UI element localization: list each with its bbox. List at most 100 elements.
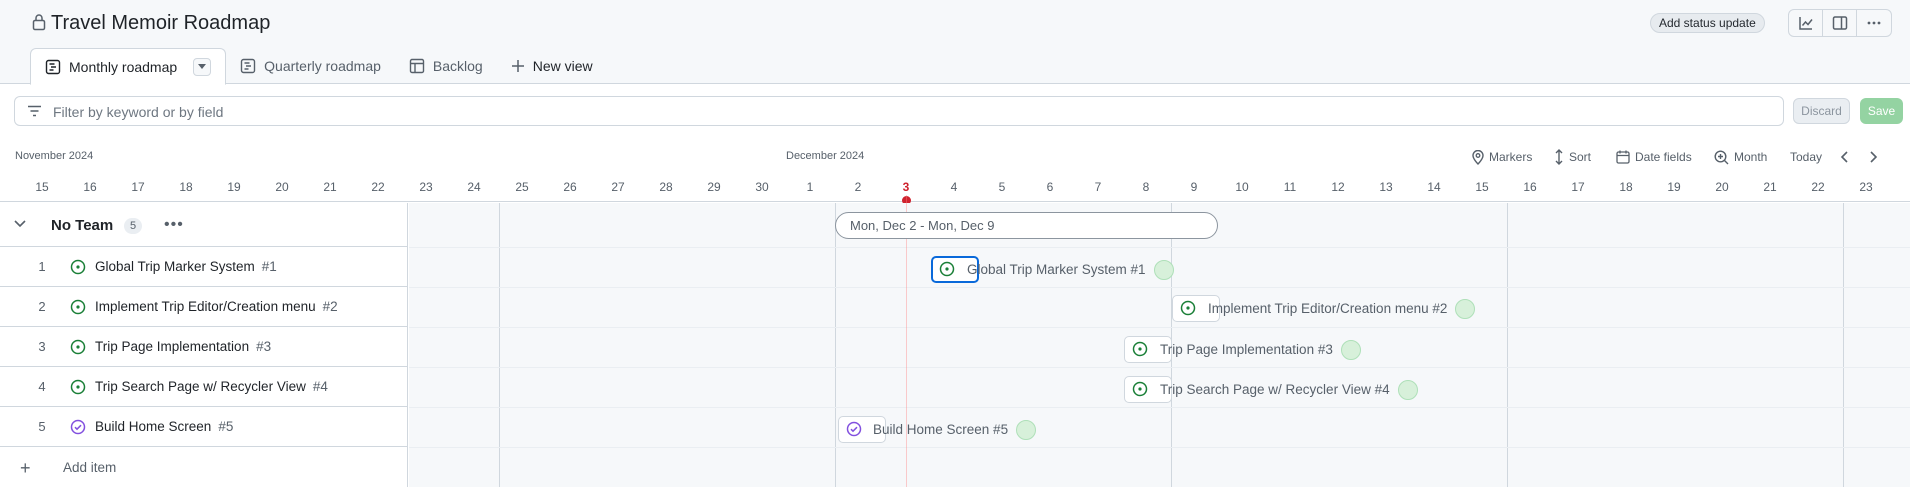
markers-button[interactable]: Markers <box>1472 147 1532 167</box>
graph-icon <box>1798 17 1813 30</box>
tab-monthly-roadmap[interactable]: Monthly roadmap <box>30 48 227 85</box>
save-button[interactable]: Save <box>1860 98 1903 124</box>
table-icon <box>409 58 425 74</box>
timeline-bar-label[interactable]: Trip Search Page w/ Recycler View #4 <box>1160 382 1390 397</box>
avatar[interactable] <box>1341 340 1361 360</box>
day-label: 3 <box>902 180 910 194</box>
tab-quarterly-roadmap[interactable]: Quarterly roadmap <box>226 48 395 84</box>
day-label: 16 <box>1523 180 1537 194</box>
tab-backlog[interactable]: Backlog <box>395 48 497 84</box>
avatar[interactable] <box>1016 420 1036 440</box>
kebab-horizontal-icon <box>1867 21 1881 25</box>
item-ref: #4 <box>312 379 328 394</box>
day-label: 27 <box>611 180 625 194</box>
avatar[interactable] <box>1154 260 1174 280</box>
previous-button[interactable] <box>1840 147 1850 167</box>
table-row[interactable]: 1 Global Trip Marker System #1 <box>0 247 408 287</box>
day-label: 10 <box>1235 180 1249 194</box>
item-title-text: Trip Page Implementation <box>95 339 250 354</box>
side-panel-button[interactable] <box>1823 10 1857 36</box>
view-options-dropdown[interactable] <box>193 57 212 76</box>
issue-closed-icon <box>70 419 86 440</box>
sidebar-icon <box>1832 16 1847 30</box>
day-label: 28 <box>659 180 673 194</box>
row-divider <box>409 247 1910 248</box>
day-label: 20 <box>1715 180 1729 194</box>
row-divider <box>409 367 1910 368</box>
item-table: No Team 5 ••• 1 Global Trip Marker System… <box>0 203 408 487</box>
week-divider <box>1507 203 1508 487</box>
day-label: 7 <box>1094 180 1102 194</box>
new-view-button[interactable]: New view <box>497 48 607 84</box>
day-label: 4 <box>950 180 958 194</box>
day-label: 22 <box>1811 180 1825 194</box>
timeline-bar-label[interactable]: Global Trip Marker System #1 <box>967 262 1146 277</box>
timeline-bar-label[interactable]: Build Home Screen #5 <box>873 422 1008 437</box>
day-label: 2 <box>1899 180 1910 194</box>
issue-opened-icon <box>1132 381 1148 402</box>
insights-button[interactable] <box>1789 10 1823 36</box>
filter-input[interactable]: Filter by keyword or by field <box>14 96 1784 126</box>
chevron-down-icon[interactable] <box>14 220 26 228</box>
day-label: 26 <box>563 180 577 194</box>
item-title[interactable]: Trip Search Page w/ Recycler View #4 <box>95 379 328 394</box>
day-label: 15 <box>35 180 49 194</box>
group-header: No Team 5 ••• <box>0 203 408 247</box>
item-title-text: Implement Trip Editor/Creation menu <box>95 299 316 314</box>
group-count-badge: 5 <box>124 218 142 234</box>
day-label: 22 <box>371 180 385 194</box>
sort-button[interactable]: Sort <box>1554 147 1591 167</box>
tab-label: Backlog <box>432 58 483 74</box>
calendar-icon <box>1616 150 1630 164</box>
next-button[interactable] <box>1868 147 1878 167</box>
item-title[interactable]: Trip Page Implementation #3 <box>95 339 271 354</box>
zoom-button[interactable]: Month <box>1714 147 1767 167</box>
date-fields-button[interactable]: Date fields <box>1616 147 1692 167</box>
today-button[interactable]: Today <box>1790 147 1822 167</box>
item-title[interactable]: Implement Trip Editor/Creation menu #2 <box>95 299 338 314</box>
table-row[interactable]: 5 Build Home Screen #5 <box>0 407 408 447</box>
issue-closed-icon <box>846 421 862 442</box>
plus-icon: + <box>20 458 31 478</box>
add-item-label: Add item <box>63 460 117 475</box>
avatar[interactable] <box>1455 299 1475 319</box>
item-title-text: Global Trip Marker System <box>95 259 255 274</box>
zoom-label: Month <box>1734 150 1768 164</box>
roadmap-icon <box>45 59 61 74</box>
chevron-right-icon <box>1870 151 1878 163</box>
item-ref: #5 <box>218 419 234 434</box>
timeline-bar-label[interactable]: Implement Trip Editor/Creation menu #2 <box>1208 301 1447 316</box>
day-label: 25 <box>515 180 529 194</box>
day-label: 21 <box>323 180 337 194</box>
row-number: 5 <box>38 419 46 434</box>
issue-opened-icon <box>70 299 86 320</box>
tab-label: New view <box>532 58 593 74</box>
filter-icon <box>28 105 41 117</box>
day-label: 11 <box>1283 180 1297 194</box>
row-number: 4 <box>38 379 46 394</box>
day-label: 9 <box>1190 180 1198 194</box>
day-label: 8 <box>1142 180 1150 194</box>
item-title[interactable]: Build Home Screen #5 <box>95 419 233 434</box>
discard-button[interactable]: Discard <box>1793 98 1850 124</box>
day-label: 16 <box>83 180 97 194</box>
page-title: Travel Memoir Roadmap <box>51 12 271 34</box>
table-row[interactable]: 4 Trip Search Page w/ Recycler View #4 <box>0 367 408 407</box>
timeline-bar-label[interactable]: Trip Page Implementation #3 <box>1160 342 1333 357</box>
issue-opened-icon <box>939 261 955 282</box>
item-title[interactable]: Global Trip Marker System #1 <box>95 259 277 274</box>
table-row[interactable]: 2 Implement Trip Editor/Creation menu #2 <box>0 287 408 327</box>
issue-opened-icon <box>70 379 86 400</box>
issue-opened-icon <box>70 339 86 360</box>
more-options-button[interactable] <box>1857 10 1891 36</box>
day-label: 1 <box>806 180 814 194</box>
table-row[interactable]: 3 Trip Page Implementation #3 <box>0 327 408 367</box>
group-more-button[interactable]: ••• <box>164 216 184 234</box>
issue-opened-icon <box>1132 341 1148 362</box>
day-label: 17 <box>131 180 145 194</box>
add-item-row[interactable]: + Add item <box>0 447 408 487</box>
add-status-update-button[interactable]: Add status update <box>1650 13 1765 33</box>
month-label-november: November 2024 <box>15 150 94 162</box>
avatar[interactable] <box>1398 380 1418 400</box>
day-label: 19 <box>1667 180 1681 194</box>
